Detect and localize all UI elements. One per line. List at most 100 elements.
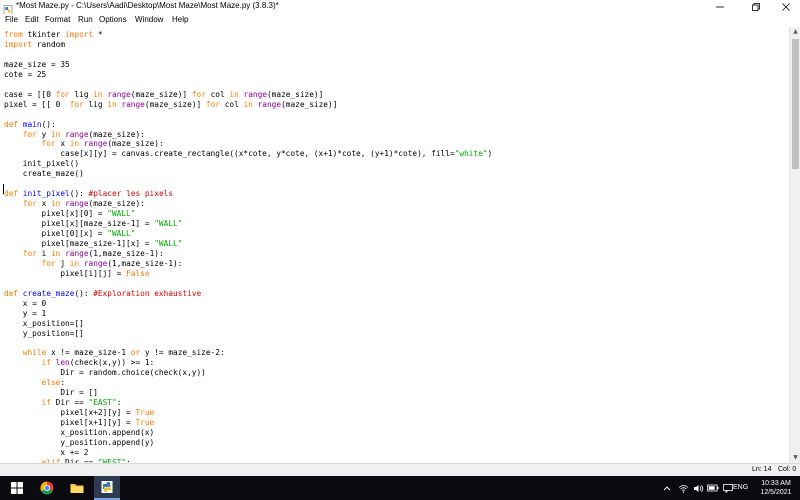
window-title: *Most Maze.py - C:\Users\Aadi\Desktop\Mo… <box>16 1 279 10</box>
code-line: for x in range(maze_size): <box>4 139 164 149</box>
code-token: : <box>116 398 122 408</box>
minimize-button[interactable] <box>706 0 734 14</box>
code-token: y_position=[] <box>4 328 84 338</box>
code-token: * <box>93 30 103 39</box>
code-line: y = 1 <box>4 309 46 319</box>
code-line: import random <box>4 40 65 50</box>
taskbar-chrome[interactable] <box>34 476 60 500</box>
menu-edit[interactable]: Edit <box>25 15 39 24</box>
start-button[interactable] <box>4 476 30 500</box>
code-token: Dir == <box>50 398 89 408</box>
menu-options[interactable]: Options <box>99 15 127 24</box>
code-line: for x in range(maze_size): <box>4 199 145 209</box>
code-token: for <box>55 89 70 99</box>
wifi-icon[interactable] <box>677 482 689 494</box>
code-token: range <box>83 258 108 268</box>
code-line: x_position=[] <box>4 319 84 329</box>
menu-window[interactable]: Window <box>135 15 163 24</box>
code-token: col <box>220 99 244 109</box>
close-button[interactable] <box>772 0 800 14</box>
battery-icon[interactable] <box>707 482 719 494</box>
code-token: (): <box>41 119 56 129</box>
code-token: range <box>65 248 89 258</box>
language-indicator[interactable]: ENG <box>733 484 748 491</box>
menu-format[interactable]: Format <box>45 15 70 24</box>
code-token: y != maze_size-2: <box>140 348 225 358</box>
code-token: range <box>65 199 89 209</box>
code-token: case = [[0 <box>4 89 56 99</box>
code-line: Dir = random.choice(check(x,y)) <box>4 368 206 378</box>
clock[interactable]: 10:33 AM 12/5/2021 <box>755 479 797 497</box>
code-editor[interactable]: from tkinter import * import random maze_s… <box>0 27 789 463</box>
vertical-scrollbar[interactable]: ▲ ▼ <box>789 27 800 463</box>
code-line: for j in range(1,maze_size-1): <box>4 258 183 269</box>
code-token: range <box>243 89 267 99</box>
code-token: "WALL" <box>154 238 183 248</box>
code-token: tkinter <box>22 30 66 39</box>
code-line: case[x][y] = canvas.create_rectangle((x*… <box>4 149 492 159</box>
code-token: ) <box>487 149 493 159</box>
windows-taskbar: ENG 10:33 AM 12/5/2021 <box>0 476 800 500</box>
menu-file[interactable]: File <box>5 15 18 24</box>
code-token: j <box>55 258 70 268</box>
code-token: random <box>32 39 66 49</box>
code-token: col <box>205 89 230 99</box>
code-line: def init_pixel(): #placer les pixels <box>4 189 173 199</box>
scroll-down-button[interactable]: ▼ <box>790 453 800 463</box>
maximize-button[interactable] <box>742 0 770 14</box>
menu-help[interactable]: Help <box>172 15 188 24</box>
code-token: x <box>55 139 70 149</box>
code-token: : <box>60 378 66 388</box>
menu-run[interactable]: Run <box>78 15 93 24</box>
code-token: def <box>4 189 19 199</box>
status-bar: Ln: 14 Col: 0 <box>0 463 800 476</box>
chevron-up-icon[interactable] <box>661 482 673 494</box>
code-token: (maze_size): <box>88 129 145 139</box>
code-line: create_maze() <box>4 169 84 179</box>
code-line: from tkinter import * <box>4 30 103 40</box>
code-token: create_maze <box>22 288 75 298</box>
code-token: pixel = [[ 0 <box>4 99 70 109</box>
code-token: for <box>22 129 37 139</box>
volume-icon[interactable] <box>692 482 704 494</box>
code-token: x != maze_size-1 <box>46 348 131 358</box>
code-line: for y in range(maze_size): <box>4 130 145 140</box>
code-token: pixel[x+1][y] = <box>4 418 136 428</box>
code-token: (maze_size)] <box>281 99 338 109</box>
code-line: pixel[i][j] = False <box>4 269 149 279</box>
taskbar-python-idle[interactable] <box>94 476 120 500</box>
code-token: range <box>107 89 131 99</box>
code-token: case[x][y] = canvas.create_rectangle((x*… <box>4 149 455 159</box>
code-token: (maze_size)] <box>130 89 192 99</box>
scroll-up-button[interactable]: ▲ <box>790 27 800 37</box>
code-line: maze_size = 35 <box>4 60 70 70</box>
code-line: Dir = [] <box>4 388 98 398</box>
code-token: "WALL" <box>107 229 136 238</box>
code-token: from <box>4 30 23 39</box>
code-token: if <box>41 398 51 408</box>
python-idle-icon <box>101 481 113 493</box>
code-token: import <box>4 39 33 49</box>
code-token: range <box>83 139 108 149</box>
code-token: pixel[x][maze_size-1] = <box>4 219 155 229</box>
code-line: while x != maze_size-1 or y != maze_size… <box>4 348 225 358</box>
code-token: y_position.append(y) <box>4 437 155 447</box>
code-token: def <box>4 288 19 298</box>
code-token: for <box>205 99 220 109</box>
scroll-thumb[interactable] <box>792 39 799 169</box>
code-token: in <box>50 129 61 139</box>
code-token: else <box>41 378 61 388</box>
code-token: while <box>22 348 47 358</box>
code-line: pixel[x][0] = "WALL" <box>4 209 136 219</box>
code-token: in <box>69 139 80 149</box>
code-line: init_pixel() <box>4 159 79 169</box>
chrome-icon <box>40 481 54 495</box>
code-line: pixel[x][maze_size-1] = "WALL" <box>4 219 183 229</box>
taskbar-file-explorer[interactable] <box>64 476 90 500</box>
code-token: lig <box>69 89 94 99</box>
code-line: y_position=[] <box>4 329 84 339</box>
